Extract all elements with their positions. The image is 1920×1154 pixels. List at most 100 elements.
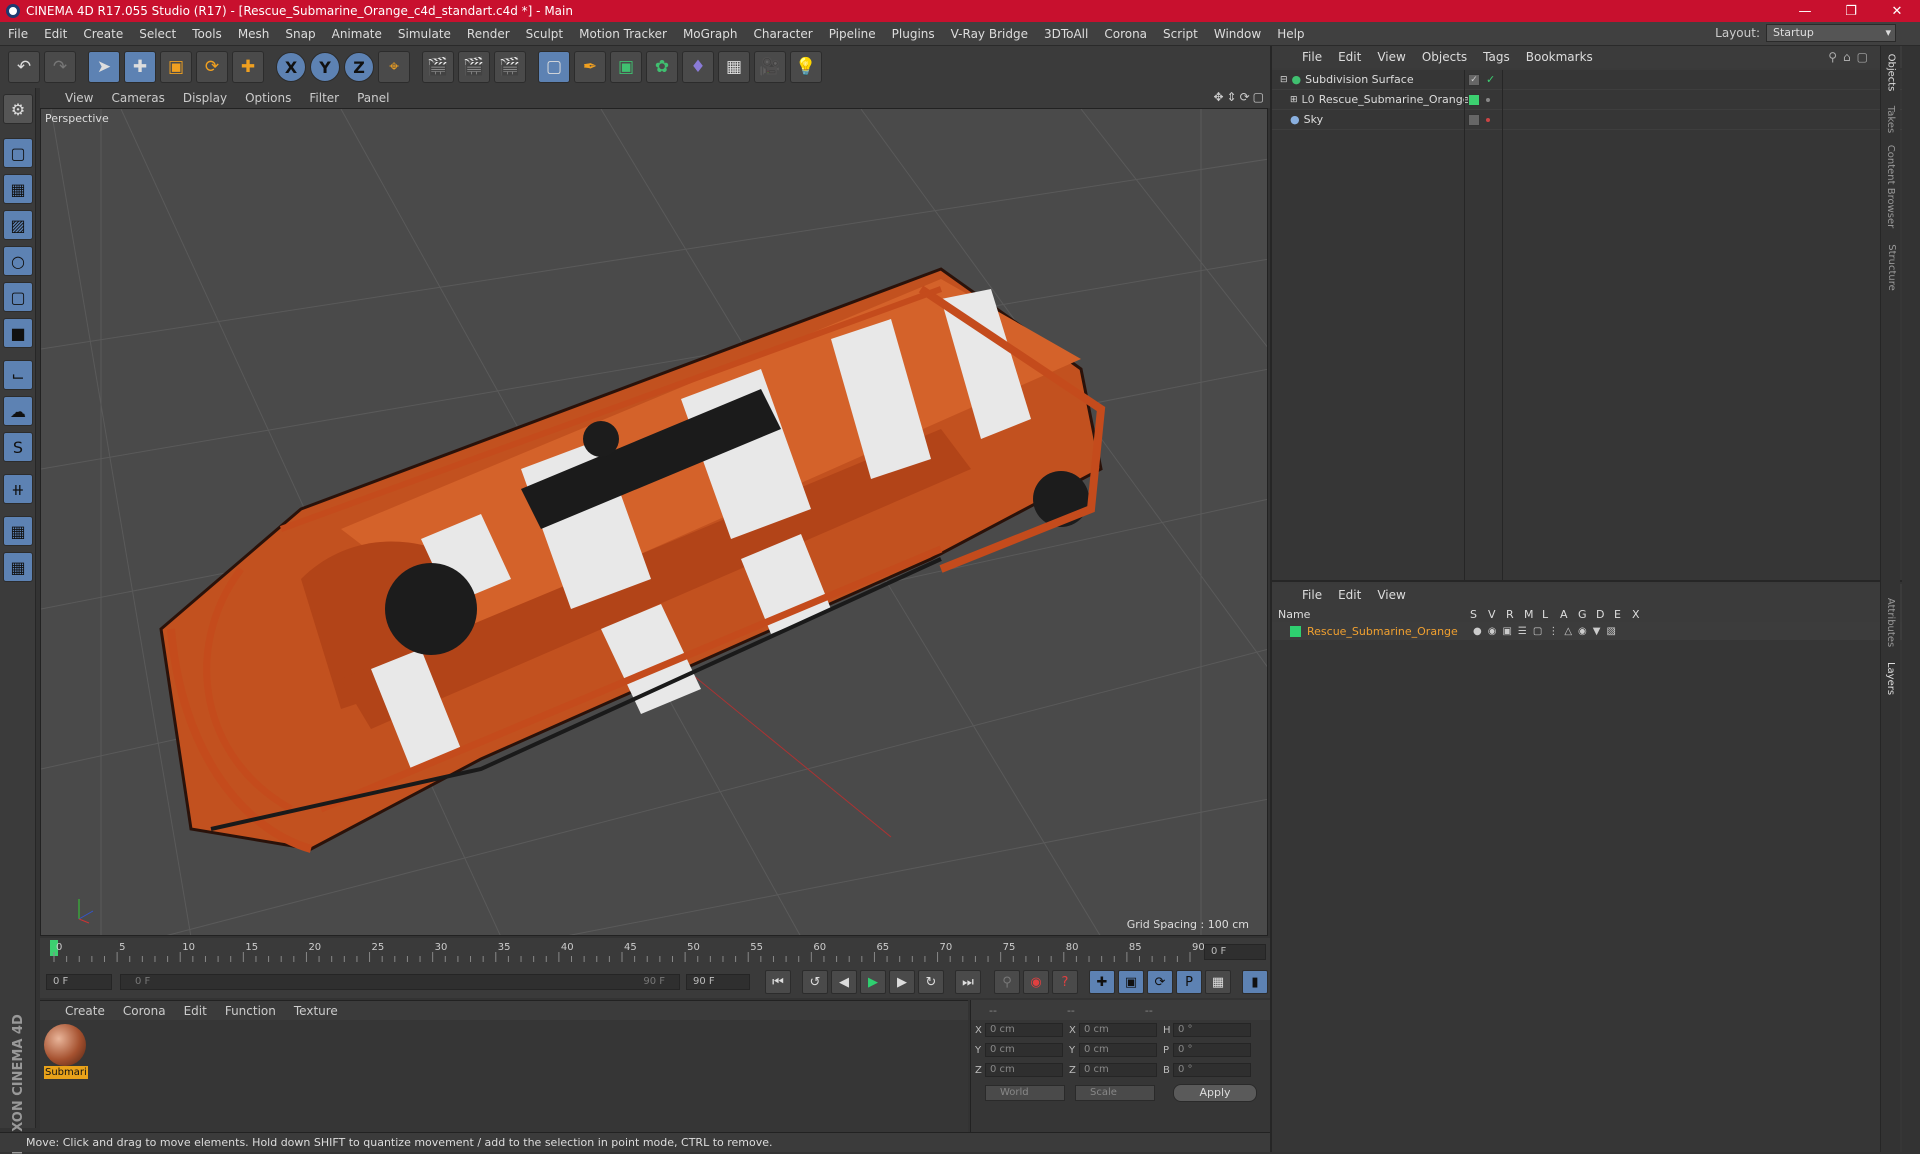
menu-help[interactable]: Help: [1269, 27, 1312, 41]
pan-view-icon[interactable]: ✥: [1213, 90, 1223, 104]
object-row[interactable]: ● Sky: [1272, 110, 1902, 130]
tab-layers[interactable]: Layers: [1883, 658, 1899, 698]
layers-menu-file[interactable]: File: [1294, 588, 1330, 602]
perspective-viewport[interactable]: Perspective Grid Spacing : 100 cm: [40, 108, 1268, 936]
workplane-icon[interactable]: ▨: [3, 210, 33, 240]
viewport-menu-display[interactable]: Display: [174, 91, 236, 105]
material-swatch[interactable]: Submari: [44, 1024, 88, 1080]
material-menu-edit[interactable]: Edit: [175, 1004, 216, 1018]
close-icon[interactable]: ✕: [1874, 0, 1920, 22]
menu-3dtoall[interactable]: 3DToAll: [1036, 27, 1096, 41]
planar-workplane-icon[interactable]: ▦: [3, 552, 33, 582]
autokey-icon[interactable]: ◉: [1023, 970, 1049, 994]
home-icon[interactable]: ⌂: [1843, 50, 1851, 64]
layers-menu-edit[interactable]: Edit: [1330, 588, 1369, 602]
expand-icon[interactable]: ⊞: [1290, 95, 1298, 105]
previous-key-icon[interactable]: ↺: [802, 970, 828, 994]
tab-structure[interactable]: Structure: [1883, 242, 1899, 292]
menu-pipeline[interactable]: Pipeline: [821, 27, 884, 41]
rotate-tool-icon[interactable]: ⟳: [196, 51, 228, 83]
next-key-icon[interactable]: ↻: [918, 970, 944, 994]
menu-plugins[interactable]: Plugins: [884, 27, 943, 41]
floor-icon[interactable]: ▦: [718, 51, 750, 83]
z-axis-lock[interactable]: Z: [344, 52, 374, 82]
polygons-mode-icon[interactable]: ■: [3, 318, 33, 348]
redo-icon[interactable]: ↷: [44, 51, 76, 83]
layer-color-swatch[interactable]: [1290, 625, 1301, 637]
cube-icon[interactable]: ▢: [538, 51, 570, 83]
objects-menu-objects[interactable]: Objects: [1414, 50, 1475, 64]
menu-snap[interactable]: Snap: [277, 27, 323, 41]
restore-icon[interactable]: ❐: [1828, 0, 1874, 22]
layer-flags[interactable]: ● ◉ ▣ ☰ ▢ ⋮ △ ◉ ▼ ▧: [1473, 626, 1616, 637]
object-row[interactable]: ⊞ L0 Rescue_Submarine_Orange: [1272, 90, 1902, 110]
snap-icon[interactable]: S: [3, 432, 33, 462]
menu-animate[interactable]: Animate: [324, 27, 390, 41]
menu-simulate[interactable]: Simulate: [390, 27, 459, 41]
tweak-mode-icon[interactable]: ☁: [3, 396, 33, 426]
points-mode-icon[interactable]: ○: [3, 246, 33, 276]
record-keys-icon[interactable]: ⚲: [994, 970, 1020, 994]
timeline-window-icon[interactable]: ▮: [1242, 970, 1268, 994]
minimize-icon[interactable]: —: [1782, 0, 1828, 22]
menu-mograph[interactable]: MoGraph: [675, 27, 746, 41]
viewport-menu-cameras[interactable]: Cameras: [102, 91, 173, 105]
menu-vray-bridge[interactable]: V-Ray Bridge: [943, 27, 1036, 41]
menu-sculpt[interactable]: Sculpt: [518, 27, 571, 41]
end-frame-field[interactable]: 90 F: [686, 974, 750, 990]
visibility-toggle[interactable]: [1468, 113, 1480, 126]
camera-icon[interactable]: 🎥: [754, 51, 786, 83]
render-picture-viewer-icon[interactable]: 🎬: [458, 51, 490, 83]
render-settings-icon[interactable]: 🎬: [494, 51, 526, 83]
play-icon[interactable]: ▶: [860, 970, 886, 994]
go-to-start-icon[interactable]: ⏮: [765, 970, 791, 994]
menu-motion-tracker[interactable]: Motion Tracker: [571, 27, 675, 41]
tab-attributes[interactable]: Attributes: [1883, 594, 1899, 650]
coordinate-space-dropdown[interactable]: World: [985, 1085, 1065, 1101]
material-menu-function[interactable]: Function: [216, 1004, 285, 1018]
position-x-field[interactable]: 0 cm: [985, 1023, 1063, 1037]
scale-tool-icon[interactable]: ▣: [160, 51, 192, 83]
layout-select[interactable]: Startup: [1766, 24, 1896, 42]
rotation-b-field[interactable]: 0 °: [1173, 1063, 1251, 1077]
start-frame-field[interactable]: 0 F: [46, 974, 112, 990]
objects-menu-file[interactable]: File: [1294, 50, 1330, 64]
undo-icon[interactable]: ↶: [8, 51, 40, 83]
visibility-toggle[interactable]: ✓: [1468, 73, 1480, 86]
position-z-field[interactable]: 0 cm: [985, 1063, 1063, 1077]
menu-edit[interactable]: Edit: [36, 27, 75, 41]
rotate-view-icon[interactable]: ⟳: [1240, 90, 1250, 104]
previous-frame-icon[interactable]: ◀: [831, 970, 857, 994]
deformer-icon[interactable]: ♦: [682, 51, 714, 83]
pen-spline-icon[interactable]: ✒: [574, 51, 606, 83]
size-z-field[interactable]: 0 cm: [1079, 1063, 1157, 1077]
key-parameter-icon[interactable]: P: [1176, 970, 1202, 994]
edges-mode-icon[interactable]: ▢: [3, 282, 33, 312]
menu-window[interactable]: Window: [1206, 27, 1269, 41]
material-menu-create[interactable]: Create: [56, 1004, 114, 1018]
enabled-check-icon[interactable]: ✓: [1486, 73, 1495, 86]
light-icon[interactable]: 💡: [790, 51, 822, 83]
keyframe-selection-icon[interactable]: ?: [1052, 970, 1078, 994]
menu-select[interactable]: Select: [131, 27, 184, 41]
zoom-view-icon[interactable]: ⇕: [1227, 90, 1237, 104]
axis-mode-icon[interactable]: ⌙: [3, 360, 33, 390]
next-frame-icon[interactable]: ▶: [889, 970, 915, 994]
menu-mesh[interactable]: Mesh: [230, 27, 278, 41]
locked-workplane-icon[interactable]: ▦: [3, 516, 33, 546]
layers-menu-view[interactable]: View: [1369, 588, 1413, 602]
frame-range-slider[interactable]: 0 F 90 F: [120, 974, 680, 990]
menu-tools[interactable]: Tools: [184, 27, 230, 41]
key-position-icon[interactable]: ✚: [1089, 970, 1115, 994]
viewport-menu-filter[interactable]: Filter: [300, 91, 348, 105]
texture-mode-icon[interactable]: ▦: [3, 174, 33, 204]
menu-file[interactable]: File: [0, 27, 36, 41]
material-menu-texture[interactable]: Texture: [285, 1004, 347, 1018]
apply-button[interactable]: Apply: [1173, 1084, 1257, 1102]
model-mode-icon[interactable]: ▢: [3, 138, 33, 168]
size-y-field[interactable]: 0 cm: [1079, 1043, 1157, 1057]
visibility-toggle[interactable]: [1468, 93, 1480, 106]
material-menu-corona[interactable]: Corona: [114, 1004, 175, 1018]
viewport-menu-options[interactable]: Options: [236, 91, 300, 105]
viewport-menu-panel[interactable]: Panel: [348, 91, 398, 105]
